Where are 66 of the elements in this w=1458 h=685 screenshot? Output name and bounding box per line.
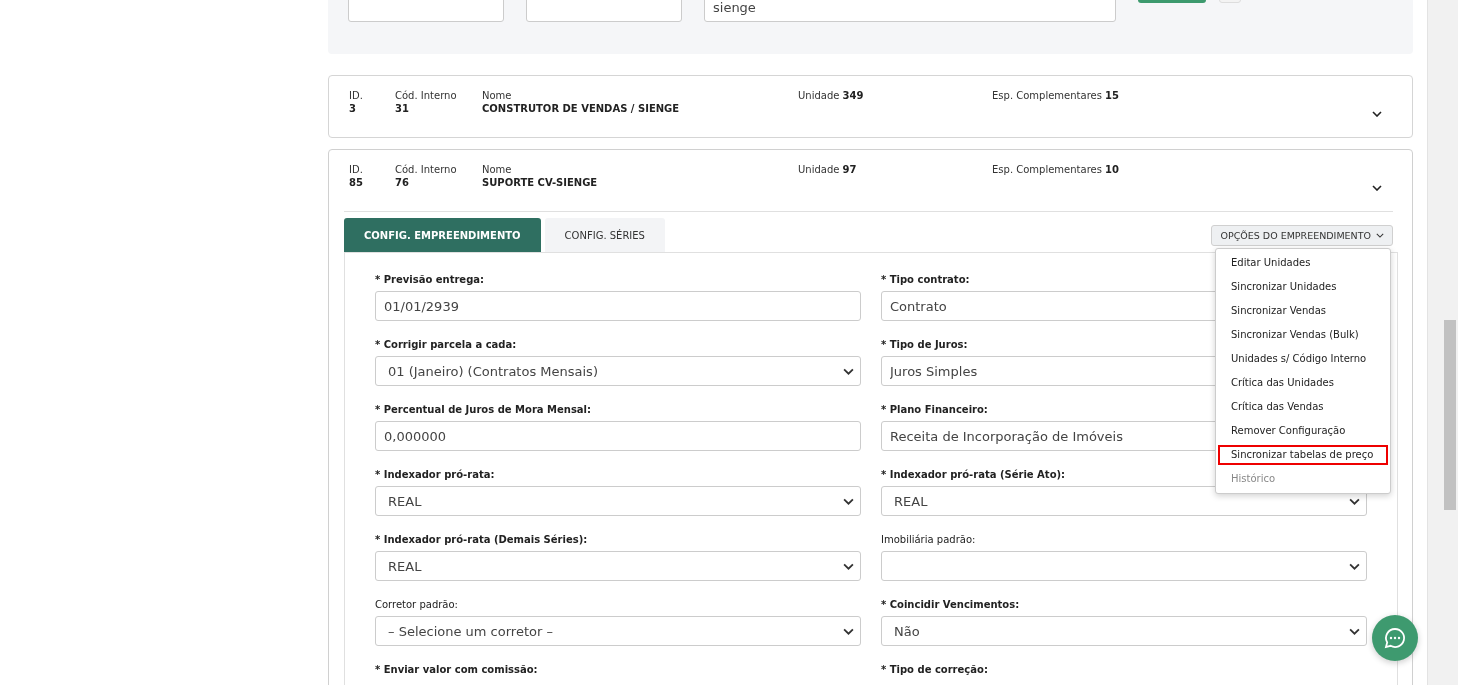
input-field[interactable]: 0,000000	[375, 421, 861, 451]
field-value: SUPORTE CV-SIENGE	[482, 176, 599, 189]
field-label: * Indexador pró-rata (Série Ato):	[881, 468, 1066, 481]
field-label: Imobiliária padrão:	[881, 533, 976, 546]
caret-down-icon	[1349, 497, 1360, 505]
field-label: * Tipo contrato:	[881, 273, 970, 286]
caret-down-icon	[843, 562, 854, 570]
tab[interactable]: CONFIG. EMPREENDIMENTO	[344, 218, 541, 252]
search-field[interactable]	[348, 0, 504, 22]
scrollbar-thumb[interactable]	[1444, 320, 1456, 510]
field-label: * Tipo de correção:	[881, 663, 988, 676]
tab[interactable]: CONFIG. SÉRIES	[544, 218, 665, 252]
menu-item[interactable]: Editar Unidades	[1216, 253, 1390, 273]
chevron-down-icon[interactable]	[1372, 185, 1382, 191]
chat-bubble-icon	[1383, 626, 1407, 650]
field-value: 85	[349, 176, 364, 189]
options-dropdown-button[interactable]: OPÇÕES DO EMPREENDIMENTO	[1211, 225, 1393, 246]
select-field[interactable]: – Selecione um corretor –	[375, 616, 861, 646]
field-label: * Indexador pró-rata:	[375, 468, 495, 481]
field-label: * Corrigir parcela a cada:	[375, 338, 517, 351]
chevron-down-icon[interactable]	[1372, 111, 1382, 117]
select-field[interactable]: REAL	[881, 486, 1367, 516]
field-label: * Plano Financeiro:	[881, 403, 988, 416]
select-field[interactable]: REAL	[375, 551, 861, 581]
caret-down-icon	[1349, 562, 1360, 570]
select-field[interactable]: 01 (Janeiro) (Contratos Mensais)	[375, 356, 861, 386]
field-value: 31	[395, 102, 410, 115]
field-label: * Tipo de Juros:	[881, 338, 968, 351]
select-field[interactable]	[881, 551, 1367, 581]
field-label: Esp. Complementares	[992, 164, 1102, 175]
caret-down-icon	[843, 367, 854, 375]
chat-button[interactable]	[1372, 615, 1418, 661]
caret-down-icon	[1376, 233, 1384, 238]
field-label: * Percentual de Juros de Mora Mensal:	[375, 403, 592, 416]
field-value: 349	[842, 90, 864, 101]
search-field[interactable]	[526, 0, 682, 22]
field-label: Nome	[482, 89, 513, 102]
input-field[interactable]: 01/01/2939	[375, 291, 861, 321]
field-value: 97	[842, 164, 857, 175]
scrollbar[interactable]	[1427, 0, 1458, 685]
field-value: 3	[349, 102, 357, 115]
field-value: CONSTRUTOR DE VENDAS / SIENGE	[482, 102, 681, 115]
select-field[interactable]: Não	[881, 616, 1367, 646]
field-label: * Enviar valor com comissão:	[375, 663, 538, 676]
field-value: 15	[1105, 90, 1119, 101]
menu-item[interactable]: Sincronizar Vendas (Bulk)	[1216, 325, 1390, 345]
search-field[interactable]: sienge	[704, 0, 1116, 22]
menu-item[interactable]: Crítica das Vendas	[1216, 397, 1390, 417]
field-label: * Previsão entrega:	[375, 273, 485, 286]
field-label: ID.	[349, 163, 364, 176]
field-label: Cód. Interno	[395, 89, 458, 102]
field-label: * Indexador pró-rata (Demais Séries):	[375, 533, 588, 546]
field-label: * Coincidir Vencimentos:	[881, 598, 1020, 611]
caret-down-icon	[843, 497, 854, 505]
field-label: Nome	[482, 163, 513, 176]
field-label: Corretor padrão:	[375, 598, 458, 611]
caret-down-icon	[843, 627, 854, 635]
field-label: Unidade	[798, 164, 840, 175]
caret-down-icon	[1349, 627, 1360, 635]
select-field[interactable]: REAL	[375, 486, 861, 516]
field-label: Cód. Interno	[395, 163, 458, 176]
field-label: Unidade	[798, 90, 840, 101]
field-value: 76	[395, 176, 410, 189]
field-value: 10	[1105, 164, 1119, 175]
field-label: ID.	[349, 89, 364, 102]
field-label: Esp. Complementares	[992, 90, 1102, 101]
